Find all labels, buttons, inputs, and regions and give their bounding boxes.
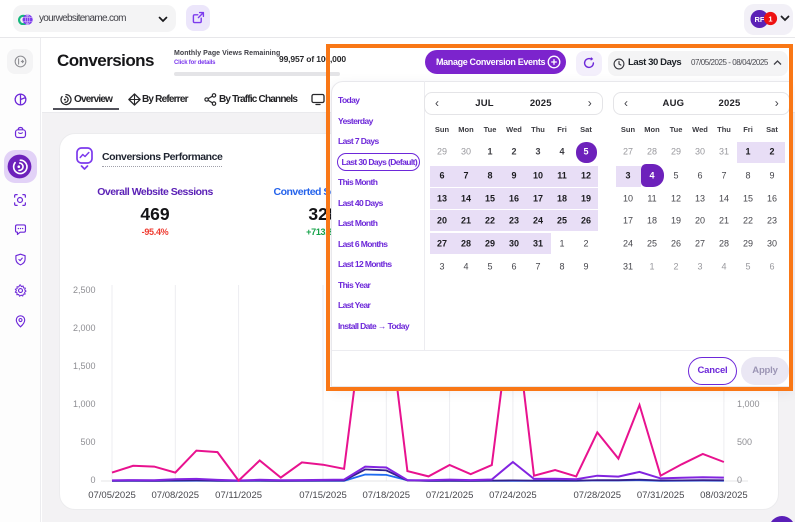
svg-text:07/31/2025: 07/31/2025 [637, 490, 685, 501]
svg-text:07/11/2025: 07/11/2025 [215, 490, 262, 501]
svg-text:2,000: 2,000 [73, 323, 96, 333]
svg-text:07/05/2025: 07/05/2025 [88, 490, 136, 501]
svg-text:07/21/2025: 07/21/2025 [426, 490, 474, 501]
svg-text:2,500: 2,500 [73, 285, 96, 295]
svg-text:07/15/2025: 07/15/2025 [299, 490, 347, 501]
svg-text:1,000: 1,000 [737, 399, 760, 409]
svg-text:07/24/2025: 07/24/2025 [489, 490, 537, 501]
svg-text:1,500: 1,500 [73, 361, 96, 371]
svg-text:07/08/2025: 07/08/2025 [152, 490, 200, 501]
svg-text:0: 0 [90, 475, 95, 485]
svg-text:500: 500 [80, 437, 95, 447]
svg-text:RF: RF [755, 15, 765, 24]
svg-text:1,000: 1,000 [73, 399, 96, 409]
svg-text:07/18/2025: 07/18/2025 [363, 490, 411, 501]
svg-text:07/28/2025: 07/28/2025 [574, 490, 622, 501]
svg-text:500: 500 [737, 437, 752, 447]
svg-text:0: 0 [737, 475, 742, 485]
svg-text:08/03/2025: 08/03/2025 [700, 490, 748, 501]
svg-text:1: 1 [768, 15, 772, 24]
